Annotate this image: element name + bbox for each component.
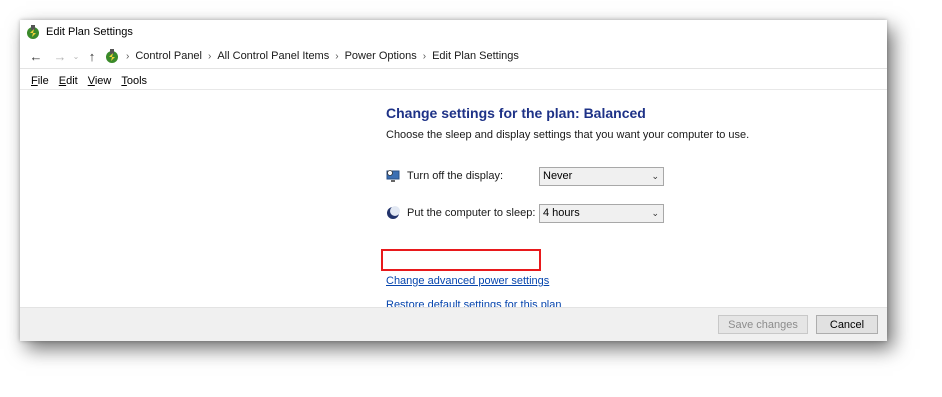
display-timeout-select[interactable]: Never ⌄: [539, 166, 664, 186]
address-bar: ← → ⌄ ↑ › Control Panel › All Control Pa…: [20, 45, 887, 67]
breadcrumb-separator: ›: [208, 50, 212, 62]
page-description: Choose the sleep and display settings th…: [386, 129, 750, 141]
menu-file[interactable]: File: [31, 75, 49, 87]
chevron-down-icon[interactable]: ⌄: [71, 47, 81, 65]
window-title: Edit Plan Settings: [46, 26, 133, 38]
breadcrumb-edit-plan[interactable]: Edit Plan Settings: [432, 50, 519, 62]
arrow-right-icon[interactable]: →: [52, 47, 68, 65]
power-options-icon: [27, 25, 39, 39]
breadcrumb-separator: ›: [335, 50, 339, 62]
edit-plan-settings-window: Edit Plan Settings ← → ⌄ ↑ › Control Pan…: [20, 20, 887, 341]
menu-bar: File Edit View Tools: [20, 72, 147, 90]
cancel-button[interactable]: Cancel: [816, 315, 878, 334]
display-setting-row: Turn off the display: Never ⌄: [386, 166, 664, 186]
breadcrumb-power-options[interactable]: Power Options: [345, 50, 417, 62]
display-label: Turn off the display:: [407, 170, 503, 182]
moon-icon: [387, 206, 400, 219]
monitor-icon: [386, 170, 400, 182]
title-bar: Edit Plan Settings: [20, 20, 887, 44]
breadcrumb-all-items[interactable]: All Control Panel Items: [217, 50, 329, 62]
menu-divider: [20, 89, 887, 90]
sleep-timeout-select[interactable]: 4 hours ⌄: [539, 203, 664, 223]
breadcrumb-separator: ›: [126, 50, 130, 62]
sleep-timeout-value: 4 hours: [543, 207, 580, 219]
arrow-left-icon[interactable]: ←: [28, 47, 44, 65]
control-panel-icon: [106, 49, 118, 63]
footer-bar: Save changes Cancel: [20, 308, 887, 341]
page-title: Change settings for the plan: Balanced: [386, 105, 646, 121]
chevron-down-icon: ⌄: [651, 170, 659, 181]
highlight-annotation: [381, 249, 541, 271]
breadcrumb-separator: ›: [422, 50, 427, 62]
sleep-label: Put the computer to sleep:: [407, 207, 536, 219]
address-bar-divider: [20, 68, 887, 69]
breadcrumb-control-panel[interactable]: Control Panel: [135, 50, 202, 62]
save-changes-button[interactable]: Save changes: [718, 315, 808, 334]
menu-view[interactable]: View: [88, 75, 112, 87]
arrow-up-icon[interactable]: ↑: [84, 47, 100, 65]
sleep-setting-row: Put the computer to sleep: 4 hours ⌄: [386, 203, 664, 223]
chevron-down-icon: ⌄: [651, 207, 659, 218]
menu-tools[interactable]: Tools: [121, 75, 147, 87]
advanced-power-settings-link[interactable]: Change advanced power settings: [386, 275, 549, 287]
menu-edit[interactable]: Edit: [59, 75, 78, 87]
display-timeout-value: Never: [543, 170, 573, 182]
